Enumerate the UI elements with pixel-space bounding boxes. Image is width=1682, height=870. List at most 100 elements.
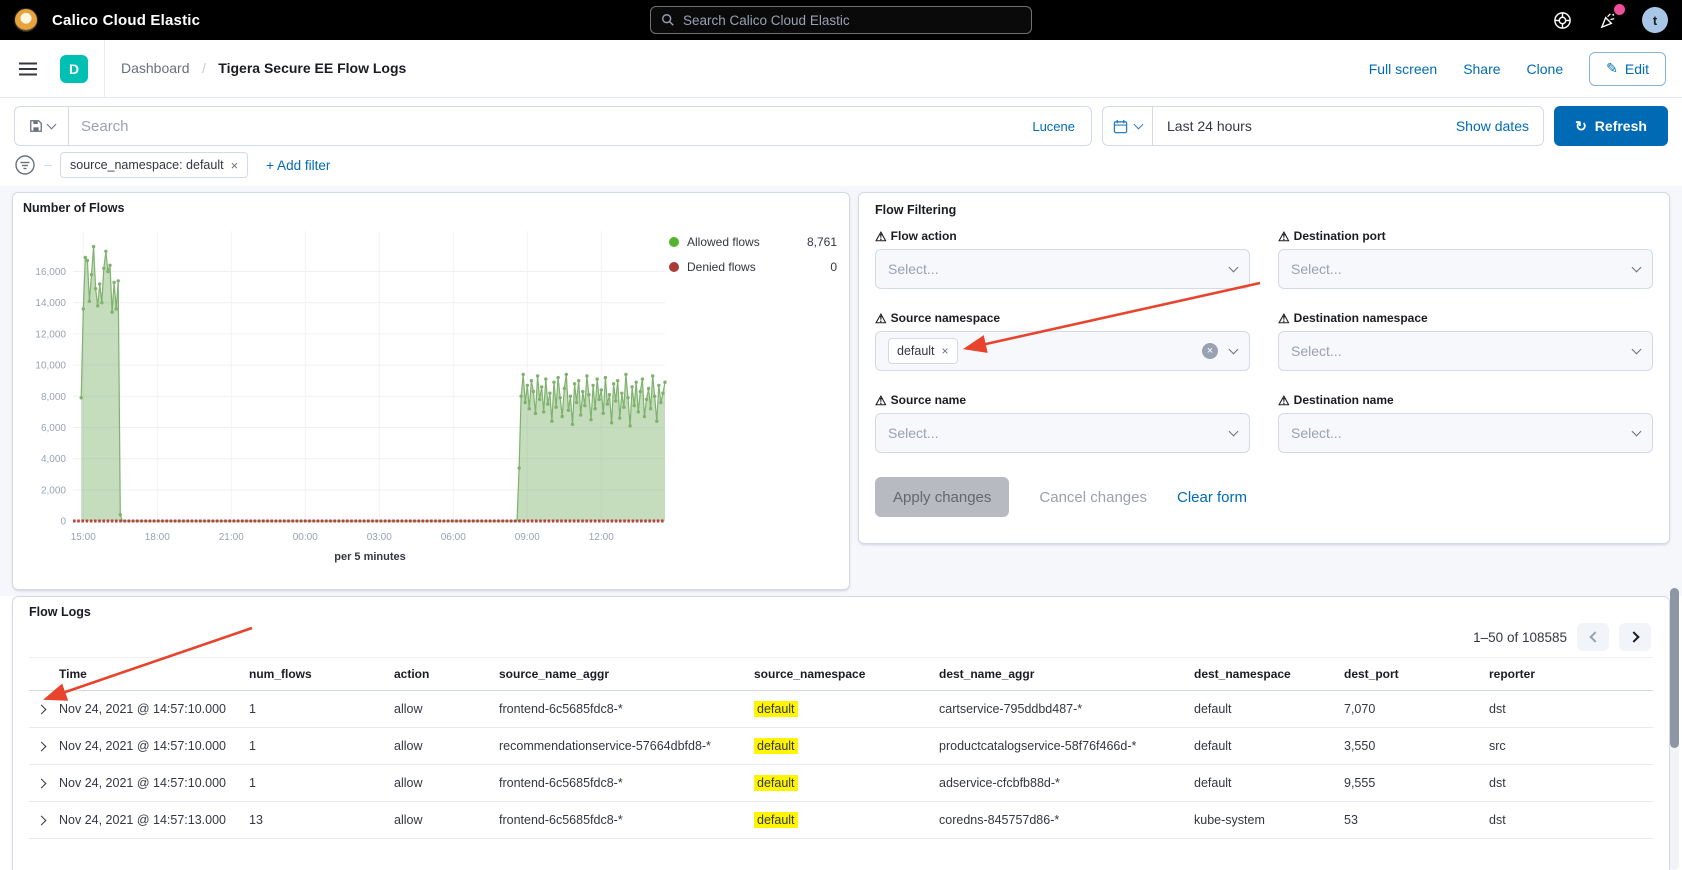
search-input[interactable]: Search Lucene (69, 107, 1091, 145)
divider (104, 40, 105, 98)
cell-dest-namespace: default (1194, 691, 1344, 728)
cell-dest-name-aggr: coredns-845757d86-* (939, 802, 1194, 839)
destination-port-select[interactable]: Select... (1278, 249, 1653, 289)
legend-item-denied-flows[interactable]: Denied flows0 (669, 260, 837, 274)
col-reporter[interactable]: reporter (1489, 657, 1653, 691)
cell-action: allow (394, 691, 499, 728)
cell-dest-name-aggr: cartservice-795ddbd487-* (939, 691, 1194, 728)
field-label: ⚠Destination port (1278, 229, 1653, 243)
date-quick-select-button[interactable] (1103, 107, 1153, 145)
select-placeholder: Select... (1291, 261, 1342, 277)
dashboard-app-badge[interactable]: D (60, 55, 88, 83)
cell-action: allow (394, 765, 499, 802)
menu-icon[interactable] (16, 57, 40, 81)
breadcrumb-separator: / (194, 60, 214, 76)
share-button[interactable]: Share (1463, 61, 1500, 77)
remove-tag-icon[interactable]: × (942, 344, 949, 358)
field-label: ⚠Flow action (875, 229, 1250, 243)
add-filter-button[interactable]: + Add filter (266, 158, 330, 173)
selected-tag[interactable]: default× (888, 338, 958, 364)
col-time[interactable]: Time (59, 657, 249, 691)
svg-text:15:00: 15:00 (71, 532, 96, 543)
cell-reporter: dst (1489, 802, 1653, 839)
cell-reporter: dst (1489, 691, 1653, 728)
field-label: ⚠Destination name (1278, 393, 1653, 407)
field-destination-port: ⚠Destination port Select... (1278, 229, 1653, 289)
col-source-name-aggr[interactable]: source_name_aggr (499, 657, 754, 691)
cell-num-flows: 13 (249, 802, 394, 839)
cell-reporter: dst (1489, 765, 1653, 802)
col-dest-port[interactable]: dest_port (1344, 657, 1489, 691)
clone-button[interactable]: Clone (1527, 61, 1564, 77)
source-name-select[interactable]: Select... (875, 413, 1250, 453)
date-picker: Last 24 hours Show dates (1102, 106, 1544, 146)
avatar[interactable]: t (1642, 7, 1668, 33)
svg-text:06:00: 06:00 (441, 532, 466, 543)
refresh-button[interactable]: ↻ Refresh (1554, 106, 1668, 146)
expand-row-button[interactable] (29, 728, 59, 765)
cell-source-namespace: default (754, 802, 939, 839)
calico-logo (14, 8, 38, 32)
legend-value: 0 (830, 260, 837, 274)
cell-dest-name-aggr: productcatalogservice-58f76f466d-* (939, 728, 1194, 765)
prev-page-button[interactable] (1577, 623, 1609, 651)
time-range-value[interactable]: Last 24 hours (1153, 118, 1266, 134)
global-search-input[interactable]: Search Calico Cloud Elastic (650, 6, 1032, 34)
cancel-changes-button[interactable]: Cancel changes (1039, 489, 1147, 506)
select-placeholder: Select... (888, 261, 939, 277)
saved-query-button[interactable] (15, 107, 69, 145)
edit-button[interactable]: ✎ Edit (1589, 52, 1666, 86)
col-action[interactable]: action (394, 657, 499, 691)
field-label: ⚠Destination namespace (1278, 311, 1653, 325)
filter-menu-icon[interactable] (14, 154, 36, 176)
expand-row-button[interactable] (29, 691, 59, 728)
page-scrollbar[interactable] (1670, 588, 1679, 870)
clear-selection-icon[interactable]: × (1202, 343, 1218, 359)
legend-dot (669, 262, 679, 272)
next-page-button[interactable] (1619, 623, 1651, 651)
pagination-range: 1–50 of 108585 (1473, 630, 1567, 645)
highlighted-value: default (754, 701, 798, 717)
flow-action-select[interactable]: Select... (875, 249, 1250, 289)
col-source-namespace[interactable]: source_namespace (754, 657, 939, 691)
newsfeed-icon[interactable] (1596, 8, 1620, 32)
cell-dest-port: 9,555 (1344, 765, 1489, 802)
cell-source-name-aggr: recommendationservice-57664dbfd8-* (499, 728, 754, 765)
source-namespace-select[interactable]: default×× (875, 331, 1250, 371)
svg-text:4,000: 4,000 (41, 454, 66, 465)
chevron-right-icon (36, 778, 46, 788)
cell-source-namespace: default (754, 765, 939, 802)
svg-text:6,000: 6,000 (41, 423, 66, 434)
expand-row-button[interactable] (29, 802, 59, 839)
notification-dot (1614, 4, 1625, 15)
legend-item-allowed-flows[interactable]: Allowed flows8,761 (669, 235, 837, 249)
full-screen-button[interactable]: Full screen (1369, 61, 1437, 77)
breadcrumb-dashboard[interactable]: Dashboard (121, 60, 190, 76)
clear-form-button[interactable]: Clear form (1177, 489, 1247, 506)
show-dates-button[interactable]: Show dates (1456, 118, 1543, 134)
apply-changes-button[interactable]: Apply changes (875, 477, 1009, 517)
flows-area-chart[interactable]: 02,0004,0006,0008,00010,00012,00014,0001… (23, 219, 673, 549)
cell-action: allow (394, 728, 499, 765)
query-syntax-toggle[interactable]: Lucene (1032, 119, 1079, 134)
chevron-right-icon (1628, 631, 1639, 642)
remove-filter-icon[interactable]: × (231, 158, 239, 173)
destination-namespace-select[interactable]: Select... (1278, 331, 1653, 371)
svg-text:03:00: 03:00 (367, 532, 392, 543)
col-num-flows[interactable]: num_flows (249, 657, 394, 691)
field-destination-name: ⚠Destination name Select... (1278, 393, 1653, 453)
help-icon[interactable] (1550, 8, 1574, 32)
svg-text:12:00: 12:00 (589, 532, 614, 543)
destination-name-select[interactable]: Select... (1278, 413, 1653, 453)
filter-pill-source-namespace[interactable]: source_namespace: default × (60, 152, 248, 178)
scrollbar-thumb[interactable] (1670, 588, 1679, 748)
legend-dot (669, 237, 679, 247)
chevron-down-icon (1632, 344, 1642, 354)
form-buttons: Apply changes Cancel changes Clear form (875, 477, 1653, 517)
cell-num-flows: 1 (249, 728, 394, 765)
col-dest-namespace[interactable]: dest_namespace (1194, 657, 1344, 691)
highlighted-value: default (754, 812, 798, 828)
col-dest-name-aggr[interactable]: dest_name_aggr (939, 657, 1194, 691)
cell-time: Nov 24, 2021 @ 14:57:13.000 (59, 802, 249, 839)
expand-row-button[interactable] (29, 765, 59, 802)
